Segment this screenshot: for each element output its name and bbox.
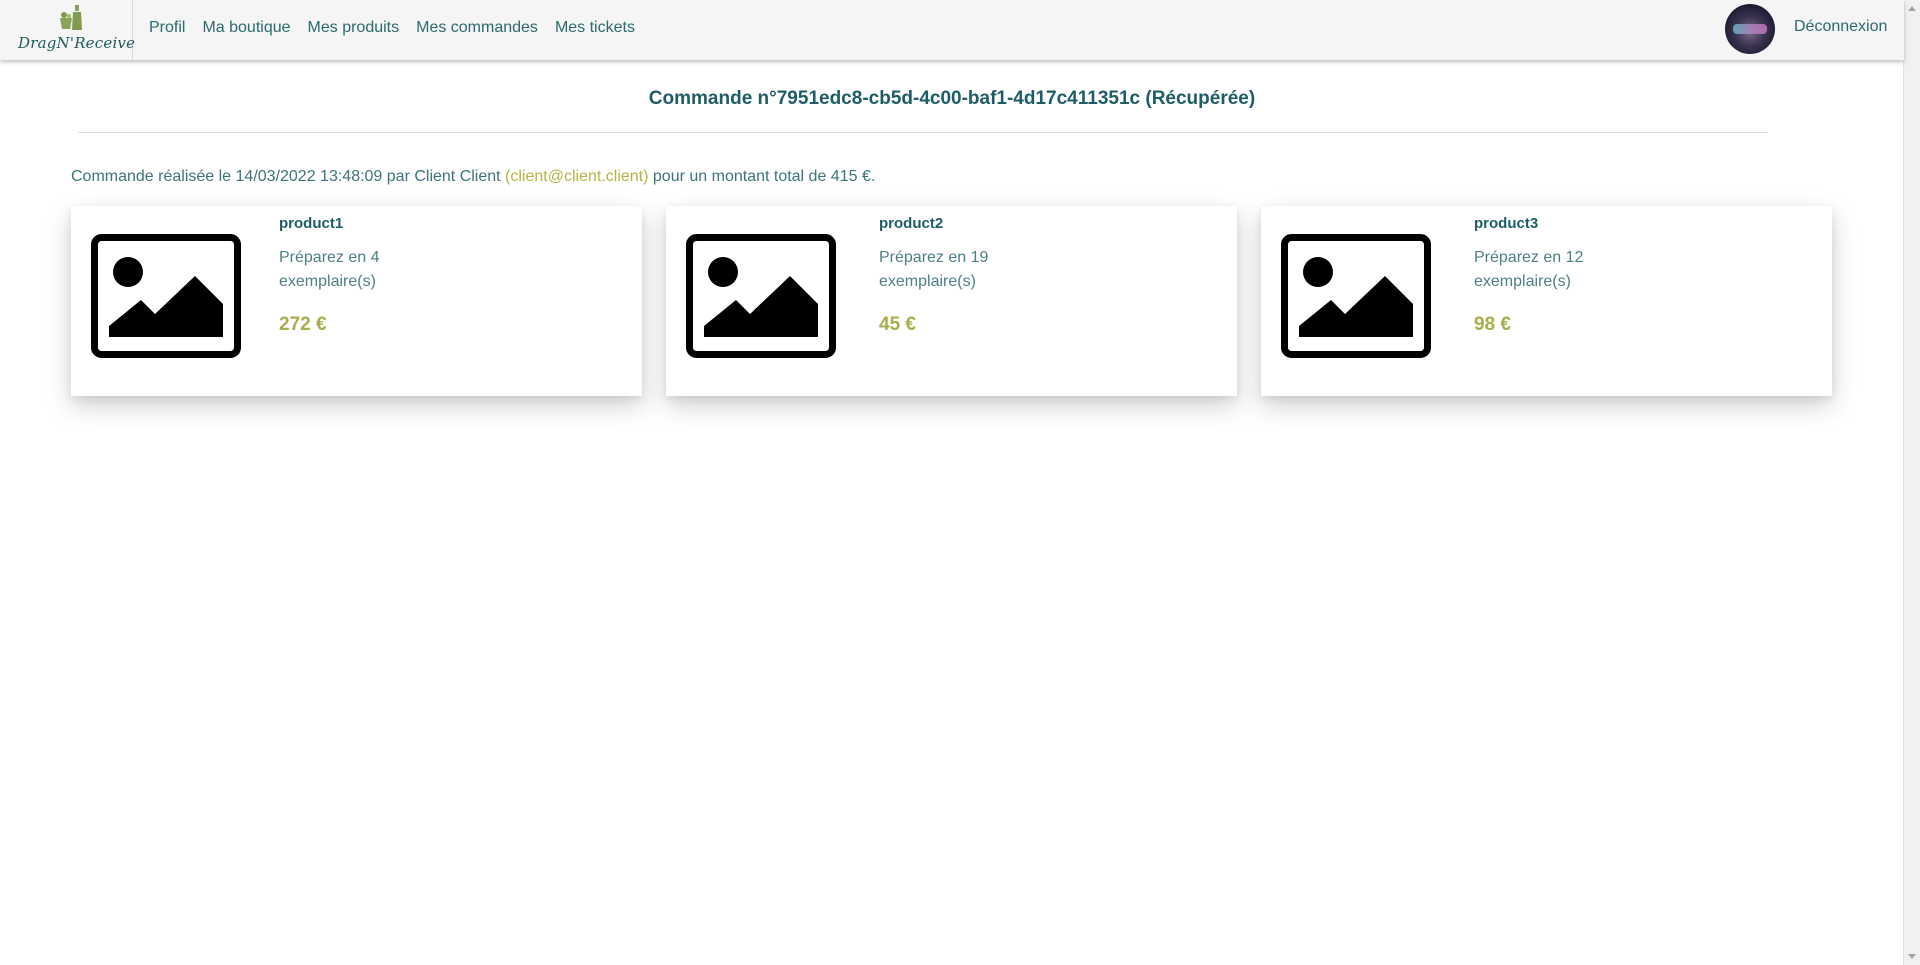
logout-link[interactable]: Déconnexion — [1794, 18, 1887, 36]
nav-link-mes-tickets[interactable]: Mes tickets — [555, 19, 635, 37]
image-placeholder-icon — [686, 234, 836, 358]
product-card: product3 Préparez en 12 exemplaire(s) 98… — [1261, 206, 1832, 396]
user-avatar[interactable] — [1725, 4, 1775, 54]
page-title: Commande n°7951edc8-cb5d-4c00-baf1-4d17c… — [648, 88, 1256, 109]
scroll-up-arrow-icon[interactable] — [1908, 6, 1916, 11]
nav-link-mes-produits[interactable]: Mes produits — [308, 19, 400, 37]
image-placeholder-icon — [91, 234, 241, 358]
order-summary: Commande réalisée le 14/03/2022 13:48:09… — [71, 168, 875, 186]
product-price: 45 € — [879, 314, 916, 335]
nav-link-ma-boutique[interactable]: Ma boutique — [202, 19, 290, 37]
bottle-and-basket-icon — [60, 5, 82, 30]
product-price: 272 € — [279, 314, 327, 335]
product-quantity: Préparez en 19 exemplaire(s) — [879, 249, 989, 290]
product-card: product2 Préparez en 19 exemplaire(s) 45… — [666, 206, 1237, 396]
product-name: product1 — [279, 215, 344, 232]
product-card: product1 Préparez en 4 exemplaire(s) 272… — [71, 206, 642, 396]
image-placeholder-icon — [1281, 234, 1431, 358]
nav-link-mes-commandes[interactable]: Mes commandes — [416, 19, 538, 37]
product-name: product2 — [879, 215, 944, 232]
product-quantity: Préparez en 12 exemplaire(s) — [1474, 249, 1584, 290]
product-price: 98 € — [1474, 314, 1511, 335]
brand-name: DragN'Receive — [18, 34, 136, 52]
order-summary-suffix: pour un montant total de 415 €. — [648, 168, 876, 185]
title-divider — [78, 132, 1768, 133]
brand-logo-link[interactable]: DragN'Receive — [12, 0, 136, 60]
main-nav: Profil Ma boutique Mes produits Mes comm… — [149, 19, 635, 37]
top-navbar: DragN'Receive Profil Ma boutique Mes pro… — [0, 0, 1904, 60]
client-email: (client@client.client) — [505, 168, 649, 185]
scroll-down-arrow-icon[interactable] — [1908, 954, 1916, 959]
order-summary-prefix: Commande réalisée le 14/03/2022 13:48:09… — [71, 168, 506, 185]
vertical-scrollbar[interactable] — [1903, 0, 1920, 965]
product-quantity: Préparez en 4 exemplaire(s) — [279, 249, 380, 290]
nav-link-profil[interactable]: Profil — [149, 19, 185, 37]
product-name: product3 — [1474, 215, 1539, 232]
